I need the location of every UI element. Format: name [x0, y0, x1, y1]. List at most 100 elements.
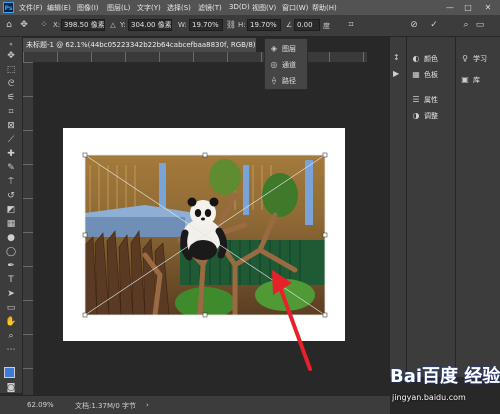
frame-tool-icon[interactable]: ⊠ [4, 120, 18, 132]
horizontal-ruler [23, 52, 367, 63]
menu-help[interactable]: 帮助(H) [312, 3, 337, 13]
dock-item-libraries[interactable]: ▣ 库 [460, 73, 480, 87]
height-field[interactable]: 19.70% [247, 19, 281, 31]
document-size-info: 文档:1.37M/0 字节 [75, 402, 137, 410]
photoshop-logo-icon: Ps [3, 2, 14, 13]
y-position-field[interactable]: 304.00 像素 [128, 19, 172, 31]
menu-filter[interactable]: 滤镜(T) [198, 3, 222, 13]
menu-bar: Ps 文件(F) 编辑(E) 图像(I) 图层(L) 文字(Y) 选择(S) 滤… [0, 0, 500, 15]
move-tool-icon[interactable]: ✥ [4, 50, 18, 62]
lasso-tool-icon[interactable]: ᘓ [4, 78, 18, 90]
dock-item-label: 调整 [424, 112, 438, 120]
zoom-tool-icon[interactable]: ⌕ [4, 330, 18, 342]
x-label: X: [53, 21, 61, 29]
dock-item-learn[interactable]: ♀ 学习 [460, 52, 487, 66]
status-arrow-icon[interactable]: › [146, 401, 149, 409]
y-label: Y: [120, 21, 126, 29]
rectangle-tool-icon[interactable]: ▭ [4, 302, 18, 314]
foreground-color-swatch[interactable] [4, 367, 15, 378]
eraser-tool-icon[interactable]: ◩ [4, 204, 18, 216]
magic-wand-tool-icon[interactable]: ⚟ [4, 92, 18, 104]
adjustments-icon: ◑ [412, 111, 420, 120]
panel-item-label: 路径 [282, 77, 296, 85]
dock-item-label: 色板 [424, 71, 438, 79]
warp-icon[interactable]: ⌗ [345, 19, 357, 31]
layers-channels-paths-panel: ◈ 图层 ◎ 通道 ⟠ 路径 [264, 38, 308, 90]
x-position-field[interactable]: 398.50 像素 [61, 19, 105, 31]
history-brush-tool-icon[interactable]: ↺ [4, 190, 18, 202]
path-selection-tool-icon[interactable]: ➤ [4, 288, 18, 300]
menu-window[interactable]: 窗口(W) [282, 3, 308, 13]
menu-image[interactable]: 图像(I) [77, 3, 99, 13]
clone-stamp-tool-icon[interactable]: ⍑ [4, 176, 18, 188]
quick-mask-icon[interactable]: ◙ [4, 382, 18, 394]
menu-3d[interactable]: 3D(D) [229, 3, 250, 11]
dodge-tool-icon[interactable]: ◯ [4, 246, 18, 258]
dock-collapsed-column: ↕ ▶ [389, 37, 406, 377]
marquee-tool-icon[interactable]: ⬚ [4, 64, 18, 76]
reference-point-icon[interactable]: ⁘ [38, 19, 50, 31]
brush-tool-icon[interactable]: ✎ [4, 162, 18, 174]
hand-tool-icon[interactable]: ✋ [4, 316, 18, 328]
workspace-icon[interactable]: ▭ [474, 19, 486, 31]
layers-icon: ◈ [270, 44, 278, 53]
dock-item-label: 属性 [424, 96, 438, 104]
libraries-icon: ▣ [461, 75, 469, 84]
menu-edit[interactable]: 编辑(E) [47, 3, 71, 13]
menu-type[interactable]: 文字(Y) [137, 3, 161, 13]
panel-item-channels[interactable]: ◎ 通道 [269, 59, 297, 71]
link-icon[interactable]: ⛓ [225, 19, 237, 31]
panel-item-label: 通道 [282, 61, 296, 69]
home-icon[interactable]: ⌂ [3, 19, 15, 31]
dock-item-swatches[interactable]: ▦ 色板 [411, 68, 438, 82]
pen-tool-icon[interactable]: ✒ [4, 260, 18, 272]
delta-icon[interactable]: △ [107, 19, 119, 31]
document-tab[interactable]: 未标题-1 @ 62.1%(44bc05223342b22b64cabcefba… [23, 38, 256, 52]
status-bar: 62.09% 文档:1.37M/0 字节 › [0, 395, 390, 414]
close-window-button[interactable]: ✕ [482, 2, 494, 13]
play-icon[interactable]: ▶ [393, 69, 399, 78]
swatches-icon: ▦ [412, 70, 420, 79]
angle-field[interactable]: 0.00 [294, 19, 320, 31]
menu-select[interactable]: 选择(S) [167, 3, 191, 13]
eyedropper-tool-icon[interactable]: ⟋ [4, 134, 18, 146]
gradient-tool-icon[interactable]: ▦ [4, 218, 18, 230]
menu-view[interactable]: 视图(V) [252, 3, 276, 13]
dock-item-properties[interactable]: ☰ 属性 [411, 93, 438, 107]
angle-unit: 度 [323, 22, 330, 30]
healing-brush-tool-icon[interactable]: ✚ [4, 148, 18, 160]
history-icon[interactable]: ↕ [393, 53, 400, 62]
dock-item-color[interactable]: ◐ 颜色 [411, 52, 439, 66]
dock-item-label: 库 [473, 76, 480, 84]
width-field[interactable]: 19.70% [189, 19, 223, 31]
move-tool-preset-icon[interactable]: ✥ [18, 19, 30, 31]
color-icon: ◐ [412, 54, 420, 63]
dock-item-adjustments[interactable]: ◑ 调整 [411, 109, 439, 123]
blur-tool-icon[interactable]: ● [4, 232, 18, 244]
panel-item-paths[interactable]: ⟠ 路径 [269, 75, 296, 87]
more-tools-icon[interactable]: ⋯ [4, 344, 18, 356]
panel-item-label: 图层 [282, 45, 296, 53]
cancel-transform-icon[interactable]: ⊘ [408, 19, 420, 31]
red-arrow-annotation [272, 270, 312, 371]
type-tool-icon[interactable]: T [4, 274, 18, 286]
dock-item-label: 颜色 [424, 55, 438, 63]
menu-file[interactable]: 文件(F) [19, 3, 43, 13]
angle-label: ∠ [286, 21, 293, 29]
minimize-button[interactable]: — [444, 2, 456, 13]
width-label: W: [178, 21, 187, 29]
zoom-level[interactable]: 62.09% [27, 401, 54, 409]
baidu-jingyan-watermark: Bai百度 经验 jingyan.baidu.com [384, 360, 500, 413]
commit-transform-icon[interactable]: ✓ [428, 19, 440, 31]
vertical-ruler [23, 62, 34, 395]
maximize-button[interactable]: □ [462, 2, 474, 13]
height-label: H: [238, 21, 246, 29]
document-title: 未标题-1 @ 62.1%(44bc05223342b22b64cabcefba… [26, 41, 256, 49]
menu-layer[interactable]: 图层(L) [107, 3, 130, 13]
crop-tool-icon[interactable]: ⌗ [4, 106, 18, 118]
panel-item-layers[interactable]: ◈ 图层 [269, 43, 296, 55]
properties-icon: ☰ [412, 95, 420, 104]
search-icon[interactable]: ⌕ [460, 19, 472, 31]
options-bar: ⌂ ✥ ⁘ X: 398.50 像素 △ Y: 304.00 像素 W: 19.… [0, 15, 500, 37]
paths-icon: ⟠ [272, 76, 276, 85]
